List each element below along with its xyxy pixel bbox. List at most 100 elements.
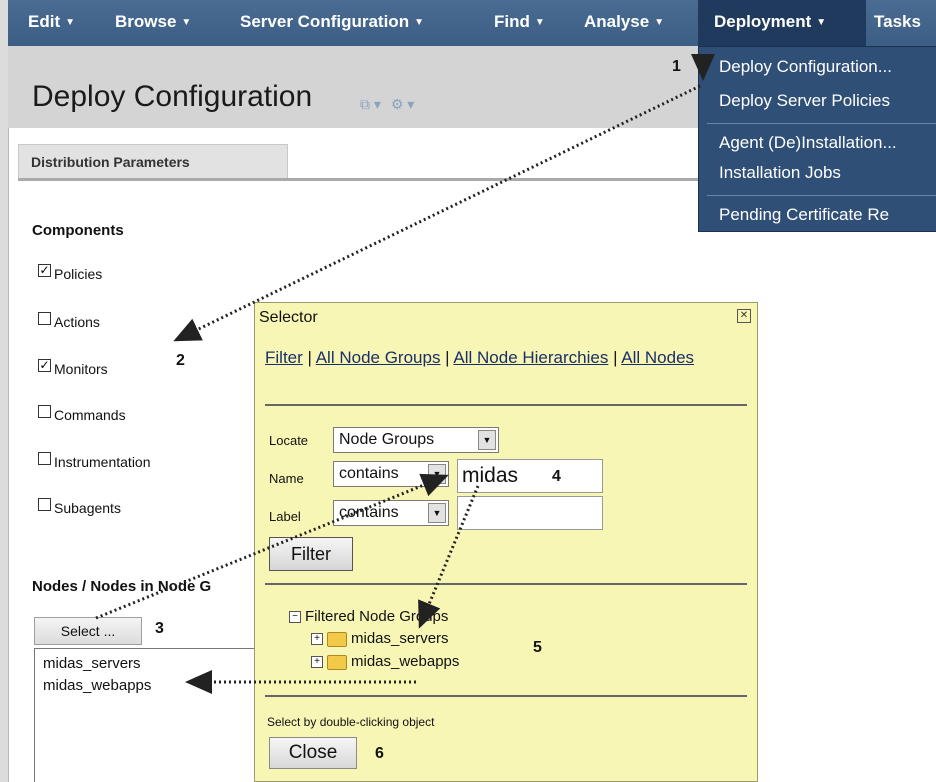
list-item[interactable]: midas_webapps <box>43 677 151 694</box>
chevron-down-icon: ▼ <box>65 17 76 28</box>
divider <box>265 695 747 697</box>
menu-item-deploy-server-policies[interactable]: Deploy Server Policies <box>719 91 890 111</box>
menu-analyse-label: Analyse <box>584 12 650 31</box>
menu-item-deploy-configuration[interactable]: Deploy Configuration... <box>719 57 892 77</box>
annotation-5: 5 <box>533 639 542 656</box>
annotation-4: 4 <box>552 468 561 485</box>
tree-item-label: midas_servers <box>351 630 449 647</box>
label-operator-select[interactable]: contains ▼ <box>333 500 449 526</box>
close-icon[interactable]: ✕ <box>737 309 751 323</box>
menu-tasks[interactable]: Tasks <box>874 0 921 46</box>
expand-icon[interactable]: + <box>311 633 323 646</box>
commands-checkbox[interactable] <box>38 405 51 418</box>
selector-hint: Select by double-clicking object <box>267 715 435 729</box>
name-filter-input[interactable]: midas <box>457 459 603 493</box>
menu-server-configuration-label: Server Configuration <box>240 12 410 31</box>
deployment-dropdown: Deploy Configuration... Deploy Server Po… <box>698 46 936 232</box>
window-icon[interactable]: ⧉ <box>360 96 370 112</box>
policies-label: Policies <box>54 266 103 282</box>
label-filter-input[interactable] <box>457 496 603 530</box>
name-operator-value: contains <box>339 465 399 482</box>
title-actions[interactable]: ⧉ ▾ ⚙ ▾ <box>360 96 414 113</box>
instrumentation-label: Instrumentation <box>54 454 151 470</box>
monitors-checkbox[interactable]: ✓ <box>38 359 51 372</box>
annotation-3: 3 <box>155 620 164 637</box>
menu-edit[interactable]: Edit ▼ <box>28 0 75 46</box>
monitors-label: Monitors <box>54 361 108 377</box>
locate-label: Locate <box>269 433 309 448</box>
menu-edit-label: Edit <box>28 12 61 31</box>
link-all-node-hierarchies[interactable]: All Node Hierarchies <box>453 348 608 367</box>
collapse-icon[interactable]: − <box>289 611 301 624</box>
expand-icon[interactable]: + <box>311 656 323 669</box>
selector-links: Filter | All Node Groups | All Node Hier… <box>265 348 695 367</box>
tree-root-label: Filtered Node Groups <box>305 608 449 625</box>
divider <box>265 583 747 585</box>
divider <box>265 404 747 406</box>
select-nodes-button[interactable]: Select ... <box>34 617 142 645</box>
menu-bar: Edit ▼ Browse ▼ Server Configuration ▼ Find… <box>8 0 936 47</box>
selector-dialog: Selector ✕ Filter | All Node Groups | Al… <box>254 302 758 782</box>
menu-find[interactable]: Find ▼ <box>494 0 545 46</box>
label-operator-value: contains <box>339 504 399 521</box>
chevron-down-icon: ▼ <box>428 503 446 523</box>
filter-button[interactable]: Filter <box>269 537 353 571</box>
chevron-down-icon: ▾ <box>373 96 381 112</box>
tree-item[interactable]: + midas_webapps <box>311 653 459 670</box>
chevron-down-icon: ▼ <box>478 430 496 450</box>
link-all-nodes[interactable]: All Nodes <box>621 348 694 367</box>
tab-distribution-parameters[interactable]: Distribution Parameters <box>18 144 288 180</box>
menu-find-label: Find <box>494 12 530 31</box>
nodes-heading: Nodes / Nodes in Node G <box>32 578 212 595</box>
locate-value: Node Groups <box>339 431 435 448</box>
chevron-down-icon: ▼ <box>654 17 665 28</box>
name-operator-select[interactable]: contains ▼ <box>333 461 449 487</box>
list-item[interactable]: midas_servers <box>43 655 141 672</box>
annotation-6: 6 <box>375 745 384 762</box>
name-label: Name <box>269 471 304 486</box>
chevron-down-icon: ▼ <box>816 17 827 28</box>
chevron-down-icon: ▼ <box>428 464 446 484</box>
menu-analyse[interactable]: Analyse ▼ <box>584 0 664 46</box>
menu-item-pending-certificate-requests[interactable]: Pending Certificate Re <box>719 205 889 225</box>
instrumentation-checkbox[interactable] <box>38 452 51 465</box>
gear-icon[interactable]: ⚙ <box>391 96 404 112</box>
policies-checkbox[interactable]: ✓ <box>38 264 51 277</box>
selected-nodes-list[interactable]: midas_servers midas_webapps <box>34 648 264 782</box>
tree-root[interactable]: − Filtered Node Groups <box>289 608 448 625</box>
annotation-1: 1 <box>672 58 681 75</box>
menu-browse-label: Browse <box>115 12 177 31</box>
page-header: Deploy Configuration ⧉ ▾ ⚙ ▾ <box>8 46 698 128</box>
subagents-label: Subagents <box>54 500 121 516</box>
name-filter-value: midas <box>462 464 519 487</box>
chevron-down-icon: ▾ <box>407 96 415 112</box>
link-filter[interactable]: Filter <box>265 348 303 367</box>
locate-select[interactable]: Node Groups ▼ <box>333 427 499 453</box>
menu-tasks-label: Tasks <box>874 12 921 31</box>
menu-item-installation-jobs[interactable]: Installation Jobs <box>719 163 841 183</box>
menu-separator <box>707 123 936 124</box>
tree-item[interactable]: + midas_servers <box>311 630 449 647</box>
tab-label: Distribution Parameters <box>31 154 190 170</box>
annotation-2: 2 <box>176 352 185 369</box>
page-title: Deploy Configuration <box>32 80 313 113</box>
menu-browse[interactable]: Browse ▼ <box>115 0 191 46</box>
actions-label: Actions <box>54 314 100 330</box>
selector-title: Selector <box>259 309 318 326</box>
commands-label: Commands <box>54 407 126 423</box>
menu-deployment[interactable]: Deployment ▼ <box>698 0 866 46</box>
menu-deployment-label: Deployment <box>714 12 812 31</box>
link-all-node-groups[interactable]: All Node Groups <box>316 348 441 367</box>
chevron-down-icon: ▼ <box>414 17 424 28</box>
close-button[interactable]: Close <box>269 737 357 769</box>
menu-server-configuration[interactable]: Server Configuration ▼ <box>240 0 424 46</box>
folder-icon <box>327 631 347 647</box>
actions-checkbox[interactable] <box>38 312 51 325</box>
menu-item-agent-installation[interactable]: Agent (De)Installation... <box>719 133 897 153</box>
tree-item-label: midas_webapps <box>351 653 460 670</box>
chevron-down-icon: ▼ <box>534 17 545 28</box>
components-heading: Components <box>32 222 124 239</box>
menu-separator <box>707 195 936 196</box>
chevron-down-icon: ▼ <box>181 17 192 28</box>
subagents-checkbox[interactable] <box>38 498 51 511</box>
